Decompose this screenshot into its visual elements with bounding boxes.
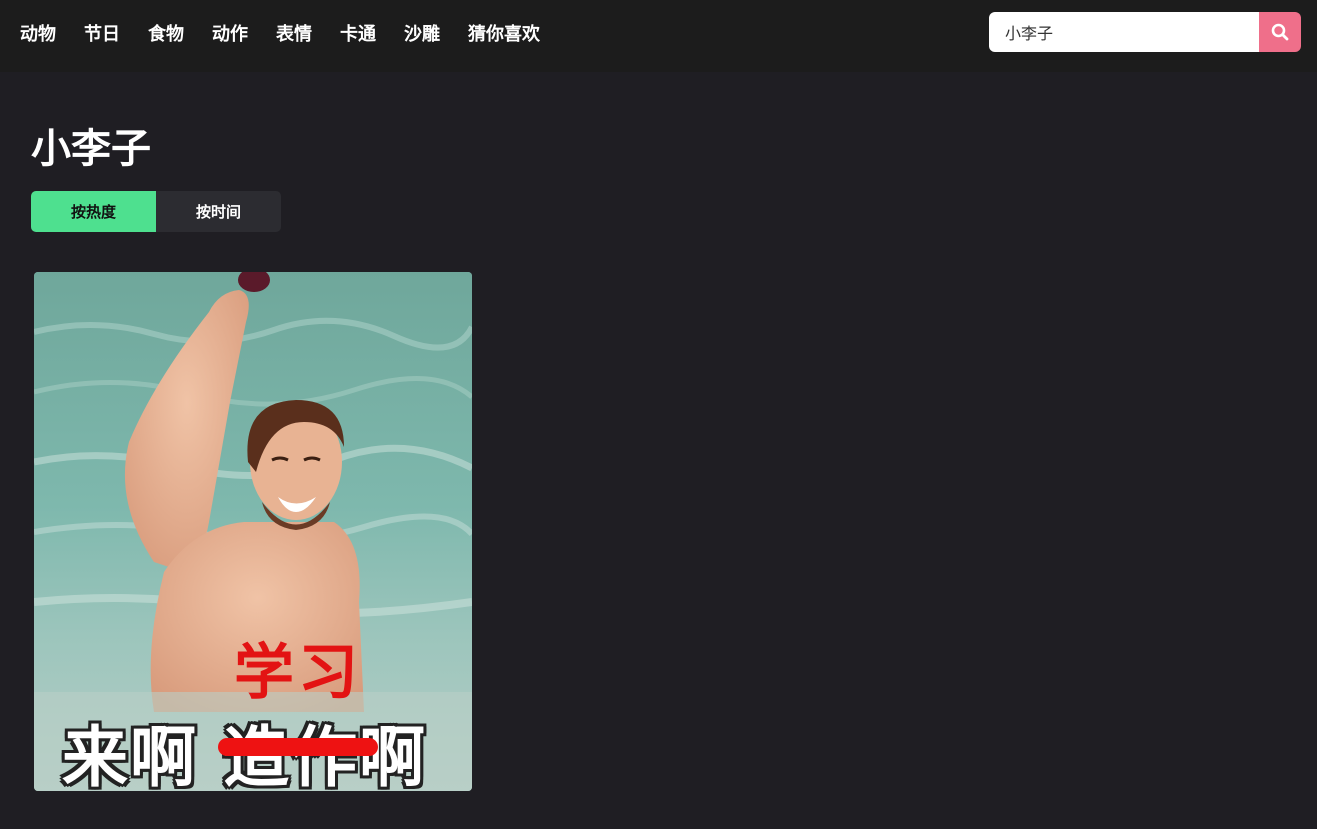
tab-sort-by-popularity[interactable]: 按热度: [31, 191, 156, 232]
top-navigation-bar: 动物 节日 食物 动作 表情 卡通 沙雕 猜你喜欢: [0, 0, 1317, 72]
search-icon: [1271, 23, 1289, 41]
page-title: 小李子: [31, 126, 151, 172]
nav-item-funny[interactable]: 沙雕: [404, 20, 440, 46]
nav-item-food[interactable]: 食物: [148, 20, 184, 46]
meme-strikethrough: [218, 738, 378, 756]
nav-item-expressions[interactable]: 表情: [276, 20, 312, 46]
nav-item-actions[interactable]: 动作: [212, 20, 248, 46]
nav-item-holidays[interactable]: 节日: [84, 20, 120, 46]
meme-card[interactable]: 学习 来啊 造作啊: [34, 272, 472, 791]
category-nav: 动物 节日 食物 动作 表情 卡通 沙雕 猜你喜欢: [20, 0, 568, 66]
meme-caption-top: 学习: [234, 638, 362, 708]
tab-sort-by-time[interactable]: 按时间: [156, 191, 281, 232]
search-button[interactable]: [1259, 12, 1301, 52]
nav-item-animals[interactable]: 动物: [20, 20, 56, 46]
nav-item-recommended[interactable]: 猜你喜欢: [468, 20, 540, 46]
search-input[interactable]: [989, 12, 1259, 52]
sort-tabs: 按热度 按时间: [31, 191, 281, 232]
search-bar: [989, 12, 1301, 52]
nav-item-cartoon[interactable]: 卡通: [340, 20, 376, 46]
